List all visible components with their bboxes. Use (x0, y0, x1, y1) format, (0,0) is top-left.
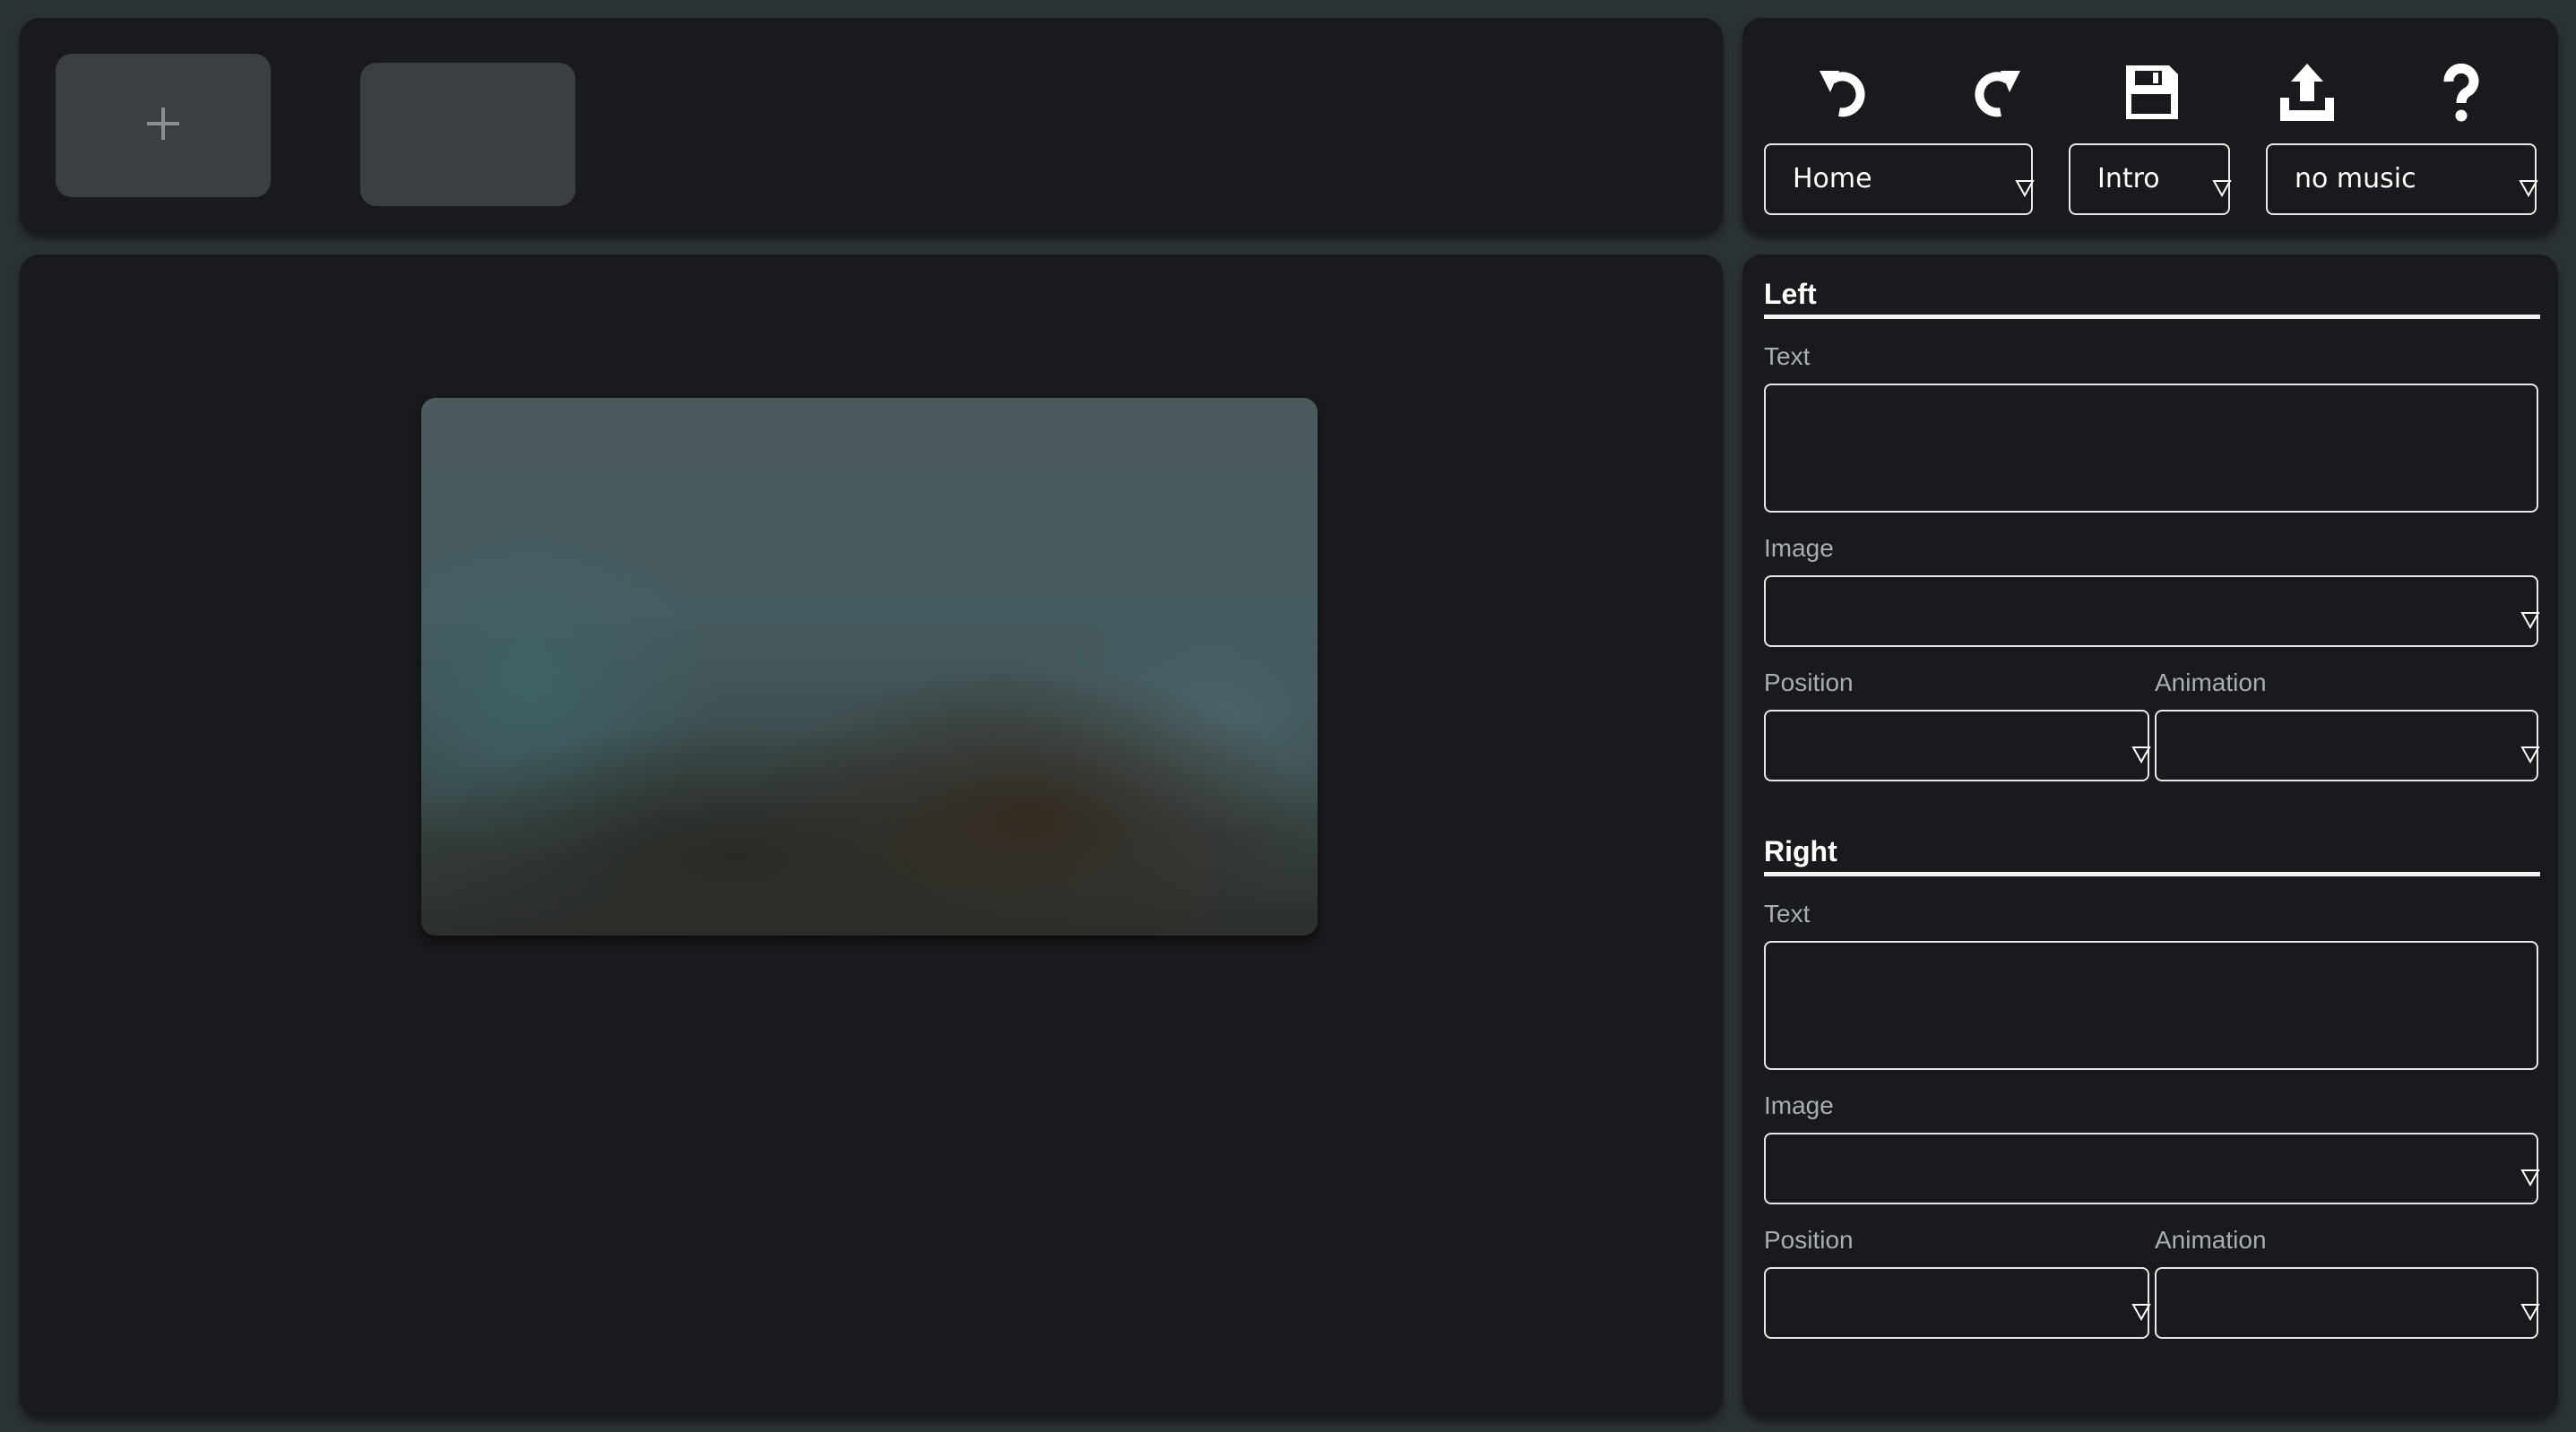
right-section-heading: Right (1764, 835, 2540, 876)
music-select-value: no music (2295, 163, 2416, 194)
redo-icon[interactable] (1941, 43, 2049, 142)
right-text-label: Text (1764, 900, 1811, 927)
left-image-label: Image (1764, 534, 1834, 562)
left-animation-label: Animation (2155, 669, 2267, 696)
slide-canvas (20, 254, 1723, 1416)
right-animation-label: Animation (2155, 1226, 2267, 1254)
slide-thumbnail[interactable] (360, 63, 575, 206)
save-icon[interactable] (2097, 43, 2205, 142)
right-image-label: Image (1764, 1091, 1834, 1119)
right-image-select[interactable] (1764, 1133, 2540, 1204)
page-select[interactable]: Home (1764, 143, 2035, 215)
right-position-select[interactable] (1764, 1267, 2151, 1339)
toolbar: Home Intro no music (1742, 18, 2558, 233)
left-position-label: Position (1764, 669, 1854, 696)
slides-bar (20, 18, 1723, 233)
left-position-select[interactable] (1764, 710, 2151, 781)
left-text-input[interactable] (1764, 384, 2538, 513)
left-image-select[interactable] (1764, 575, 2540, 647)
left-animation-select[interactable] (2155, 710, 2540, 781)
add-slide-button[interactable] (56, 54, 271, 197)
slide-preview-image[interactable] (421, 398, 1318, 936)
slide-select-value: Intro (2097, 163, 2160, 194)
slide-select[interactable]: Intro (2069, 143, 2232, 215)
plus-icon (143, 104, 183, 147)
export-icon[interactable] (2253, 43, 2361, 142)
right-animation-select[interactable] (2155, 1267, 2540, 1339)
left-text-label: Text (1764, 342, 1811, 370)
music-select[interactable]: no music (2266, 143, 2538, 215)
help-icon[interactable] (2407, 43, 2515, 142)
left-section-heading: Left (1764, 278, 2540, 319)
undo-icon[interactable] (1791, 43, 1898, 142)
page-select-value: Home (1793, 163, 1872, 194)
right-text-input[interactable] (1764, 941, 2538, 1070)
slide-editor-panel: Left Text Image Position Animation Right… (1742, 254, 2558, 1416)
right-position-label: Position (1764, 1226, 1854, 1254)
